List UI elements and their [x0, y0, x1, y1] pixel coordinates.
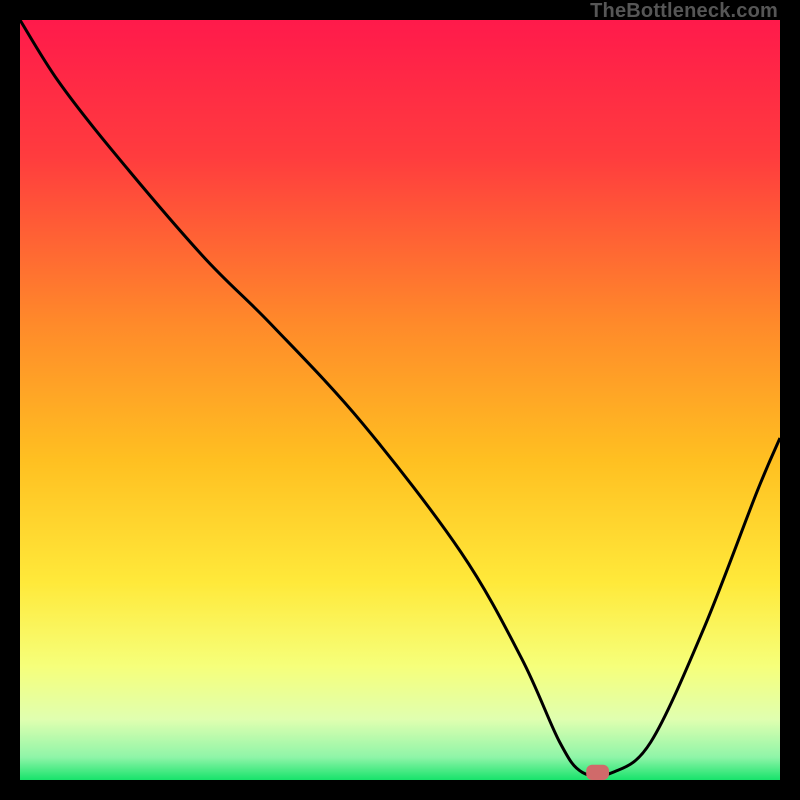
optimal-marker	[586, 765, 609, 780]
bottleneck-chart	[20, 20, 780, 780]
gradient-background	[20, 20, 780, 780]
watermark-text: TheBottleneck.com	[590, 0, 778, 23]
